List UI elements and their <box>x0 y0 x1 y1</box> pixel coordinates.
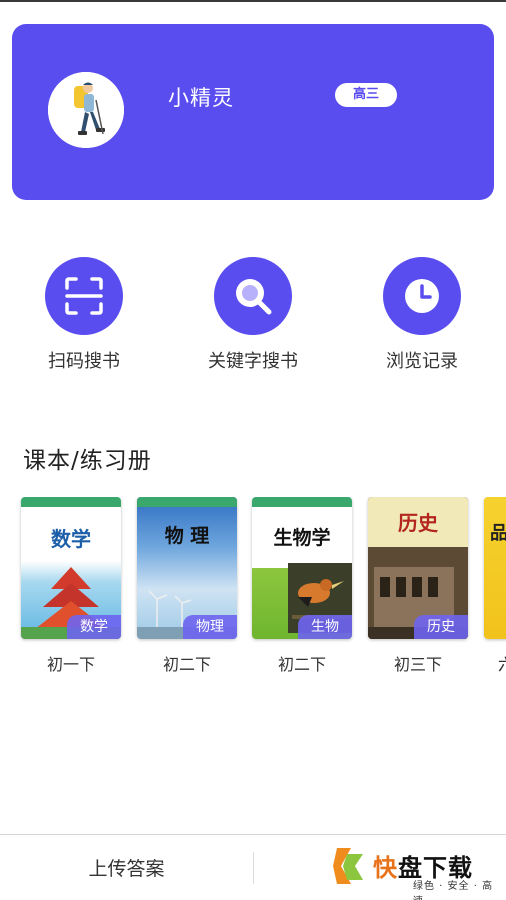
avatar[interactable] <box>48 72 124 148</box>
grade-badge[interactable]: 高三 <box>335 83 397 107</box>
book-cover[interactable]: 物 理 物理 <box>137 497 237 639</box>
hiker-avatar-icon <box>48 72 124 148</box>
book-item[interactable]: 品 六 <box>484 497 506 675</box>
history-label: 浏览记录 <box>386 351 458 372</box>
search-icon <box>236 279 272 315</box>
book-list: 数学 数学 初一下 物 理 物理 初二下 生物学 生物 初二下 历史 历史 初三… <box>0 497 506 687</box>
scan-search-label: 扫码搜书 <box>48 351 120 372</box>
clock-icon <box>405 279 439 313</box>
book-grade-label: 六 <box>484 651 506 675</box>
subject-tag: 生物 <box>298 615 352 639</box>
subject-tag: 物理 <box>183 615 237 639</box>
cover-title: 物 理 <box>164 525 210 547</box>
book-grade-label: 初三下 <box>393 655 442 674</box>
book-item[interactable]: 物 理 物理 初二下 <box>137 497 237 675</box>
book-item[interactable]: 数学 数学 初一下 <box>21 497 121 675</box>
book-item[interactable]: 生物学 生物 初二下 <box>252 497 352 675</box>
username: 小精灵 <box>168 86 234 110</box>
cover-title: 生物学 <box>273 527 331 549</box>
keyword-search-label: 关键字搜书 <box>208 351 298 372</box>
watermark: 快盘下载 绿色 · 安全 · 高速 <box>333 846 503 900</box>
book-cover[interactable]: 品 <box>484 497 506 639</box>
book-grade-label: 初一下 <box>46 655 95 674</box>
subject-tag: 数学 <box>67 615 121 639</box>
cover-title: 品 <box>490 523 506 544</box>
profile-card[interactable]: 小精灵 高三 <box>12 24 494 200</box>
history-button[interactable]: 浏览记录 <box>342 257 502 373</box>
keyword-search-button[interactable]: 关键字搜书 <box>173 257 333 373</box>
subject-tag: 历史 <box>414 615 468 639</box>
bottom-separator <box>253 852 254 884</box>
watermark-tagline: 绿色 · 安全 · 高速 <box>413 881 494 900</box>
bottom-divider <box>0 834 506 835</box>
book-cover[interactable]: 历史 历史 <box>368 497 468 639</box>
scan-search-button[interactable]: 扫码搜书 <box>4 257 164 373</box>
cover-title: 数学 <box>51 527 91 551</box>
scan-icon <box>65 277 103 315</box>
book-cover[interactable]: 数学 数学 <box>21 497 121 639</box>
upload-answer-button[interactable]: 上传答案 <box>0 854 253 881</box>
top-divider <box>0 0 506 2</box>
book-item[interactable]: 历史 历史 初三下 <box>368 497 468 675</box>
cover-title: 历史 <box>398 511 438 535</box>
book-grade-label: 初二下 <box>277 655 326 674</box>
watermark-logo-icon <box>333 848 363 884</box>
book-grade-label: 初二下 <box>162 655 211 674</box>
section-title: 课本/练习册 <box>23 448 152 474</box>
book-cover[interactable]: 生物学 生物 <box>252 497 352 639</box>
